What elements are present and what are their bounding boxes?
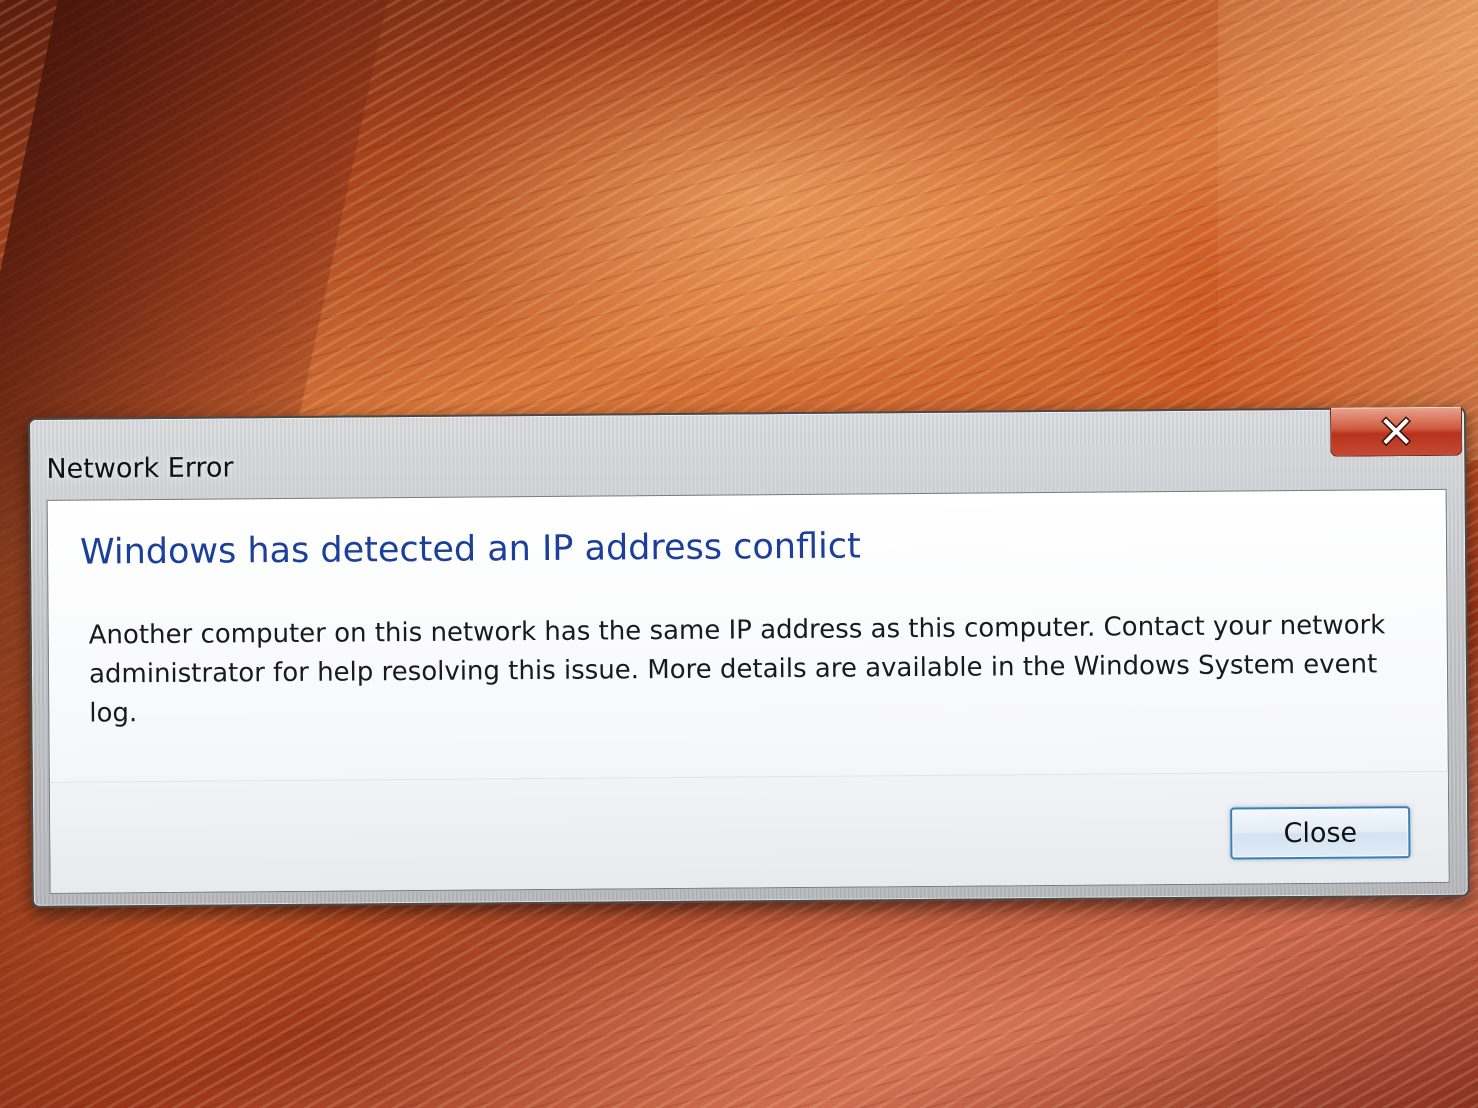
dialog-content: Windows has detected an IP address confl… [46, 488, 1450, 894]
wallpaper-highlight [1218, 0, 1478, 460]
close-x-icon [1381, 416, 1412, 447]
close-button[interactable]: Close [1230, 806, 1411, 860]
desktop: Network Error Windows has detected an IP… [0, 0, 1478, 1108]
network-error-dialog: Network Error Windows has detected an IP… [28, 406, 1470, 908]
main-instruction: Windows has detected an IP address confl… [79, 526, 861, 573]
dialog-title: Network Error [46, 452, 234, 485]
title-close-button[interactable] [1329, 406, 1463, 457]
message-text: Another computer on this network has the… [88, 610, 1386, 729]
dialog-title-bar[interactable]: Network Error [30, 406, 1465, 500]
command-area: Close [49, 770, 1449, 893]
